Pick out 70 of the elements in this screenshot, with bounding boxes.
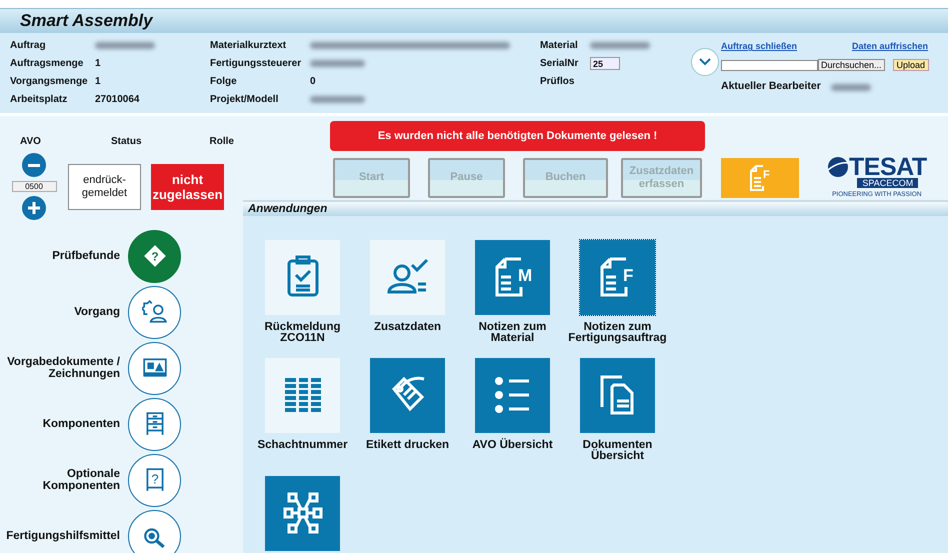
plus-button[interactable] [22, 196, 46, 220]
column-header: Rolle [210, 135, 234, 149]
tile-label: Notizen zum Material [478, 322, 548, 344]
app-tile[interactable]: M [475, 240, 550, 315]
field-label: Folge [210, 74, 238, 88]
browse-button[interactable]: Durchsuchen... [818, 59, 885, 71]
tile-label: Zusatzdaten [372, 322, 442, 333]
serial-field[interactable]: 25 [590, 56, 620, 70]
status-box: endrück-gemeldet [68, 164, 141, 210]
plus-icon [28, 202, 40, 214]
field-label: Vorgangsmenge [10, 74, 89, 88]
warning-banner: Es wurden nicht alle benötigten Dokumente gelesen ! [330, 121, 705, 151]
field-label: Auftrag [10, 38, 47, 52]
app-title: Smart Assembly [0, 8, 948, 33]
menu-button[interactable] [128, 342, 181, 394]
link[interactable]: Daten auffrischen [852, 40, 928, 54]
chevron-down-icon [699, 58, 711, 66]
role-box: nicht zugelassen [151, 164, 224, 210]
field-label: Prüflos [540, 74, 576, 88]
field-label: Aktueller Bearbeiter [721, 79, 822, 94]
menu-label: Prüfbefunde [51, 250, 121, 262]
field-label: Projekt/Modell [210, 92, 280, 106]
tile-label: Notizen zum Fertigungsauftrag [567, 322, 668, 344]
menu-button[interactable] [128, 398, 181, 450]
section-title: Anwendungen [243, 202, 948, 216]
avo-field[interactable]: 0500 [12, 181, 56, 192]
diamond-question-icon: ? [142, 243, 168, 269]
logo-subtitle: SPACECOM [857, 178, 918, 188]
file-path-field[interactable] [721, 60, 818, 70]
app-tile[interactable]: F [580, 240, 655, 315]
field-value: 27010064 [95, 92, 140, 106]
app-tile[interactable] [370, 358, 445, 433]
app-tile[interactable] [580, 358, 655, 433]
menu-label: Vorgang [73, 306, 121, 318]
tile-label: Rückmeldung ZCO11N [263, 322, 342, 344]
field-value: 0 [310, 74, 316, 88]
column-header: Status [110, 135, 142, 149]
menu-label: Vorgabedokumente / Zeichnungen [6, 356, 121, 380]
tile-label: Dokumenten Übersicht [582, 440, 654, 462]
gear-person-icon [142, 299, 168, 325]
upload-button[interactable]: Upload [892, 59, 930, 71]
minus-button[interactable] [22, 153, 46, 177]
field-label: Auftragsmenge [10, 56, 84, 70]
menu-button[interactable]: ? [128, 230, 181, 282]
menu-button[interactable]: ? [128, 454, 181, 506]
app-tile[interactable] [370, 240, 445, 315]
app-tile[interactable] [265, 476, 340, 551]
globe-icon [827, 156, 849, 178]
logo-name: TESAT [849, 156, 927, 178]
app-tile[interactable] [265, 240, 340, 315]
column-header: AVO [20, 135, 41, 149]
menu-label: Optionale Komponenten [42, 468, 121, 492]
tile-label: Schachtnummer [256, 440, 349, 451]
field-value: 1 [95, 56, 101, 70]
menu-button[interactable] [128, 286, 181, 338]
field-label: Fertigungssteuerer [210, 56, 302, 70]
link[interactable]: Auftrag schließen [721, 40, 798, 54]
field-value: 1 [95, 74, 101, 88]
tile-label: AVO Übersicht [471, 440, 554, 451]
tile-label: Etikett drucken [364, 440, 450, 451]
field-label: SerialNr [540, 56, 580, 70]
app-tile[interactable] [265, 358, 340, 433]
minus-icon [28, 164, 40, 166]
menu-label: Komponenten [42, 418, 121, 430]
menu-label: Fertigungshilfsmittel [5, 530, 121, 542]
field-label: Material [540, 38, 579, 52]
field-label: Arbeitsplatz [10, 92, 68, 106]
expand-button[interactable] [691, 48, 719, 76]
app-tile[interactable] [475, 358, 550, 433]
field-label: Materialkurztext [210, 38, 288, 52]
